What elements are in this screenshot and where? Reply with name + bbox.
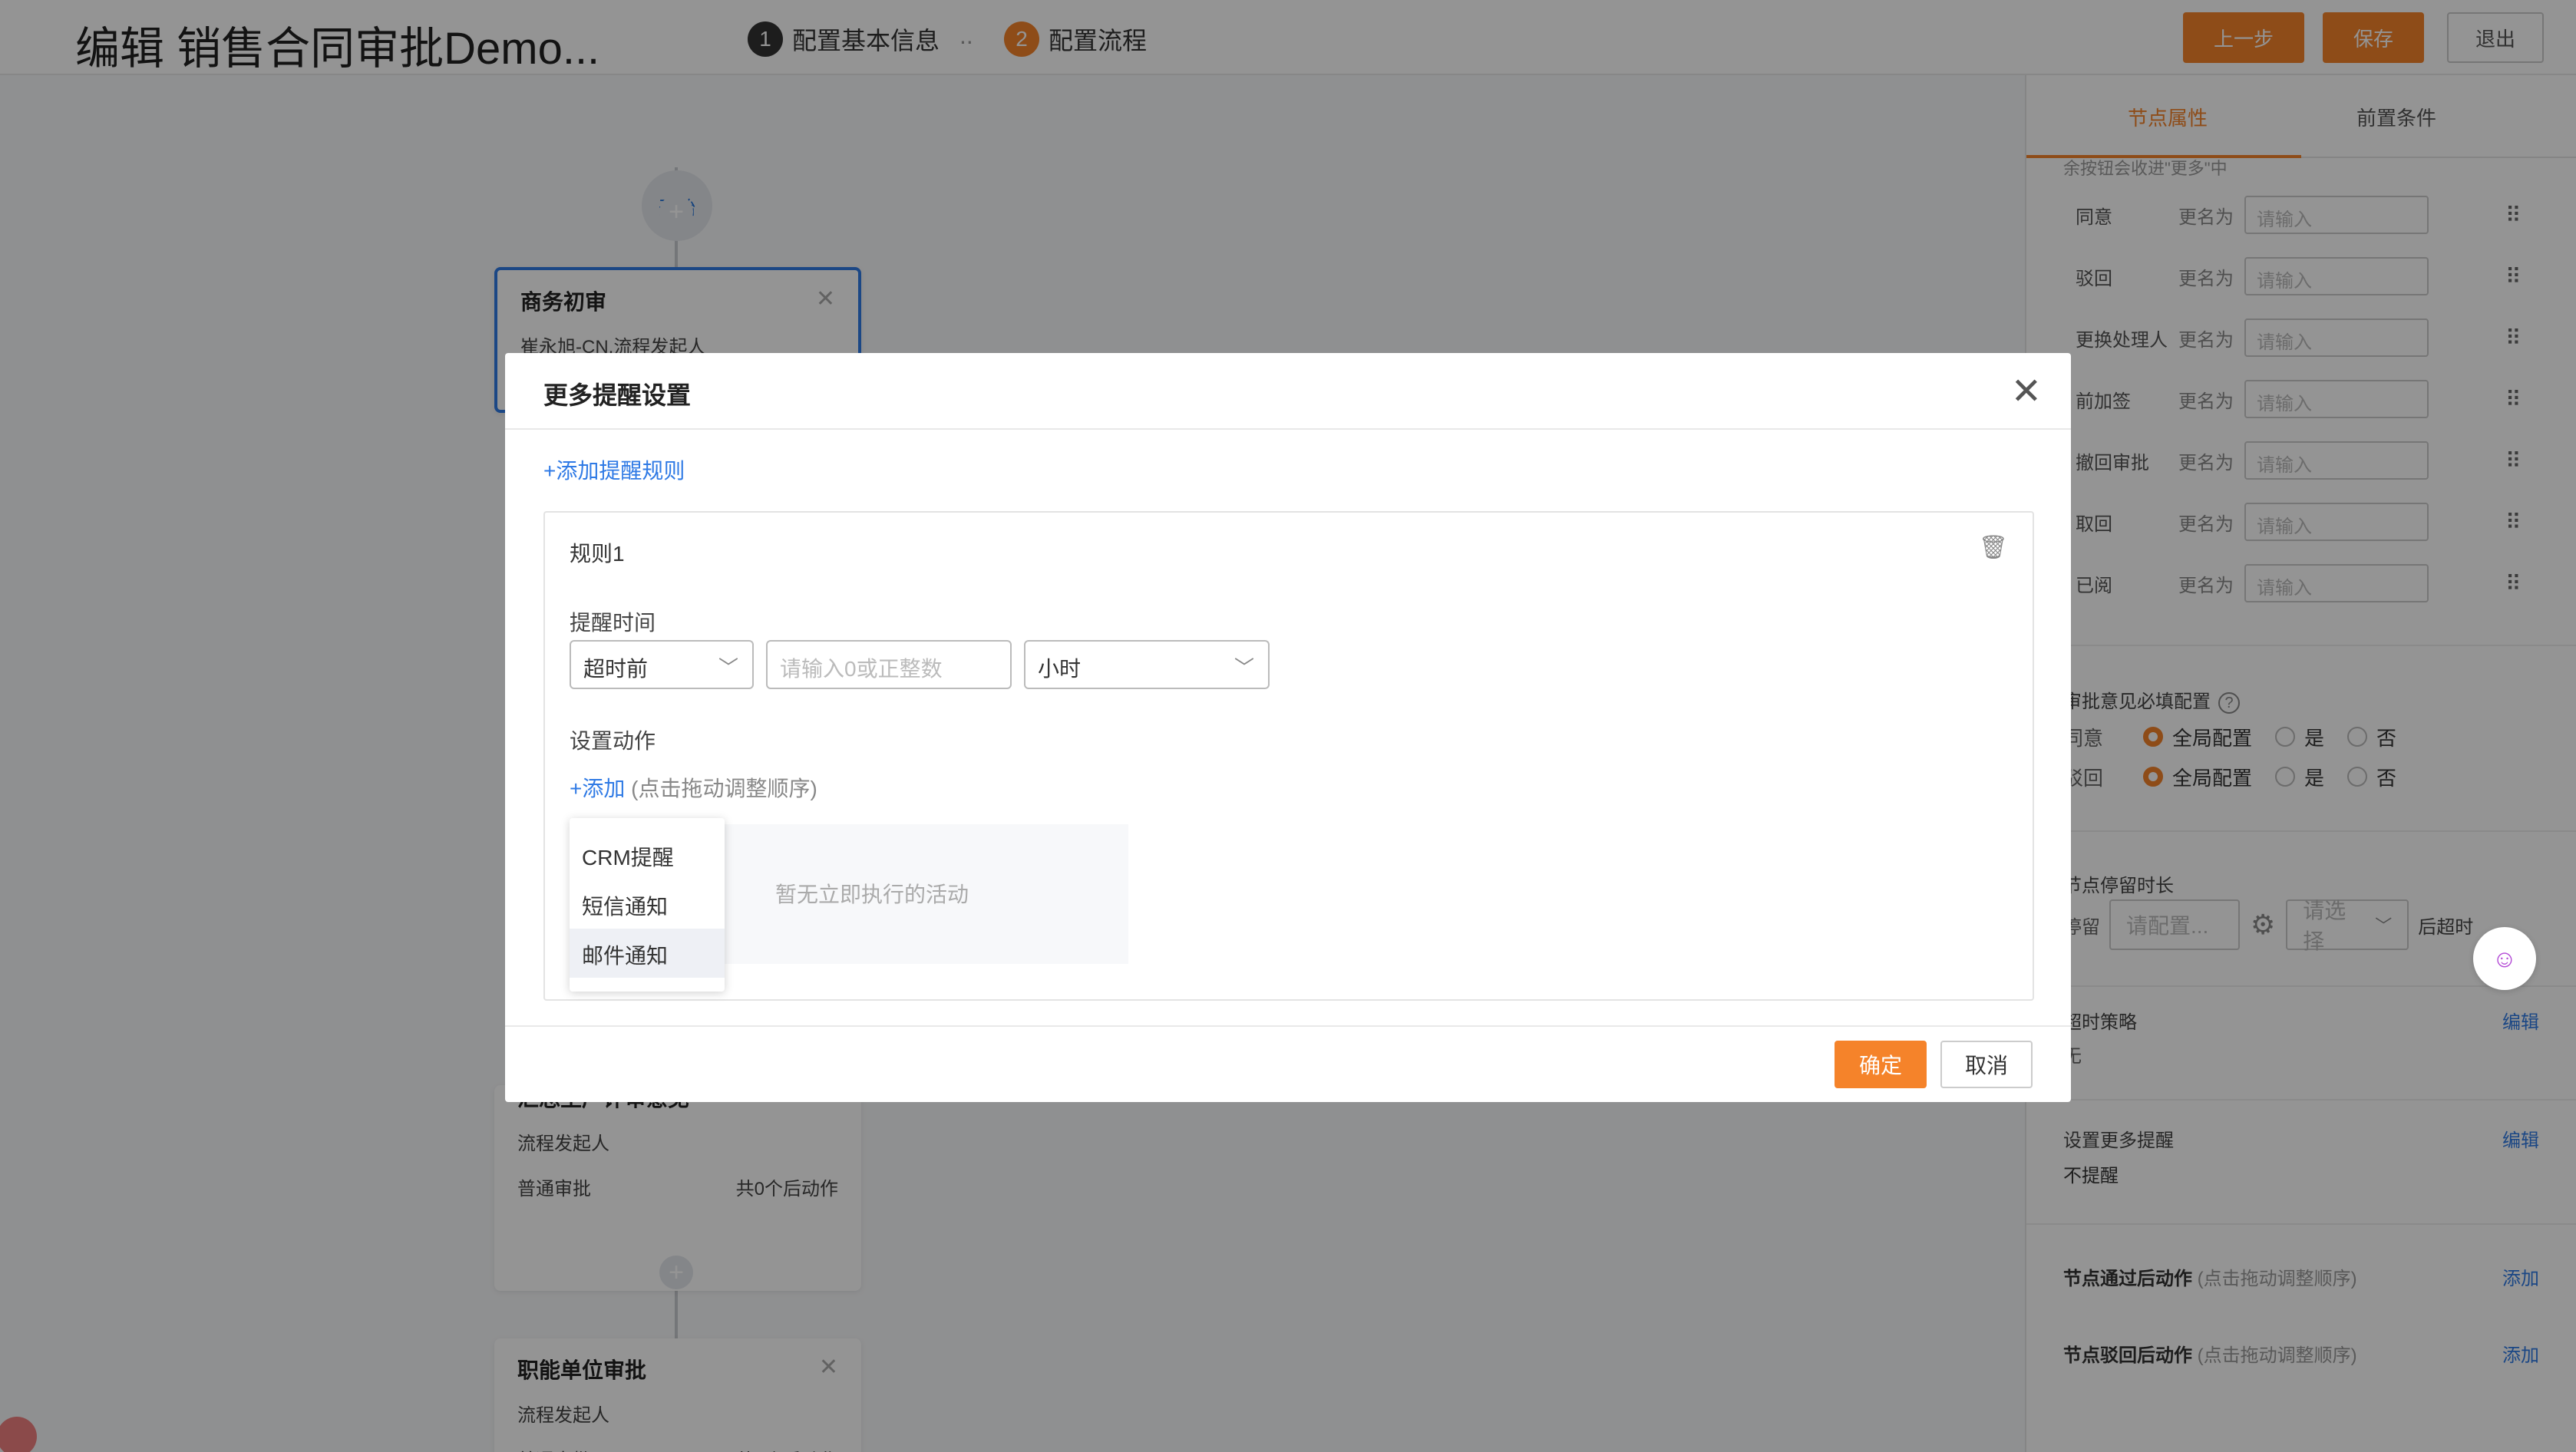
remind-number-input[interactable]: 请输入0或正整数 (766, 640, 1012, 689)
add-action-link[interactable]: +添加 (点击拖动调整顺序) (570, 772, 817, 803)
remind-time-label: 提醒时间 (570, 611, 656, 635)
trash-icon[interactable]: 🗑 (1979, 534, 2008, 561)
set-action-label: 设置动作 (570, 729, 656, 753)
dropdown-item-email-notify[interactable]: 邮件通知 (570, 929, 725, 978)
add-action-note: (点击拖动调整顺序) (625, 777, 817, 800)
empty-text: 暂无立即执行的活动 (775, 883, 969, 906)
more-reminder-settings-modal: 更多提醒设置 ✕ +添加提醒规则 规则1 🗑 提醒时间 超时前 ﹀ 请输入0或正… (505, 353, 2071, 1102)
add-reminder-rule-link[interactable]: +添加提醒规则 (543, 454, 685, 485)
action-type-dropdown: CRM提醒 短信通知 邮件通知 (570, 818, 725, 992)
timing-select-value: 超时前 (583, 657, 649, 681)
reminder-rule-card: 规则1 🗑 提醒时间 超时前 ﹀ 请输入0或正整数 小时 ﹀ 设置动作 +添加 … (543, 511, 2034, 1001)
confirm-button[interactable]: 确定 (1835, 1041, 1927, 1088)
add-action-label: +添加 (570, 777, 626, 800)
cancel-button[interactable]: 取消 (1940, 1041, 2033, 1088)
assistant-bot-icon[interactable]: ☺ (2473, 927, 2536, 990)
time-unit-select[interactable]: 小时 ﹀ (1024, 640, 1270, 689)
modal-footer-divider (505, 1025, 2071, 1027)
modal-title: 更多提醒设置 (543, 381, 692, 409)
dropdown-item-sms-notify[interactable]: 短信通知 (570, 879, 725, 929)
dropdown-item-crm-remind[interactable]: CRM提醒 (570, 830, 725, 879)
chevron-down-icon: ﹀ (718, 656, 738, 679)
timing-select[interactable]: 超时前 ﹀ (570, 640, 754, 689)
chevron-down-icon: ﹀ (1234, 656, 1254, 679)
rule-title: 规则1 (570, 542, 625, 566)
close-icon[interactable]: ✕ (2011, 370, 2042, 413)
time-unit-value: 小时 (1038, 657, 1082, 681)
modal-header: 更多提醒设置 ✕ (505, 353, 2071, 430)
